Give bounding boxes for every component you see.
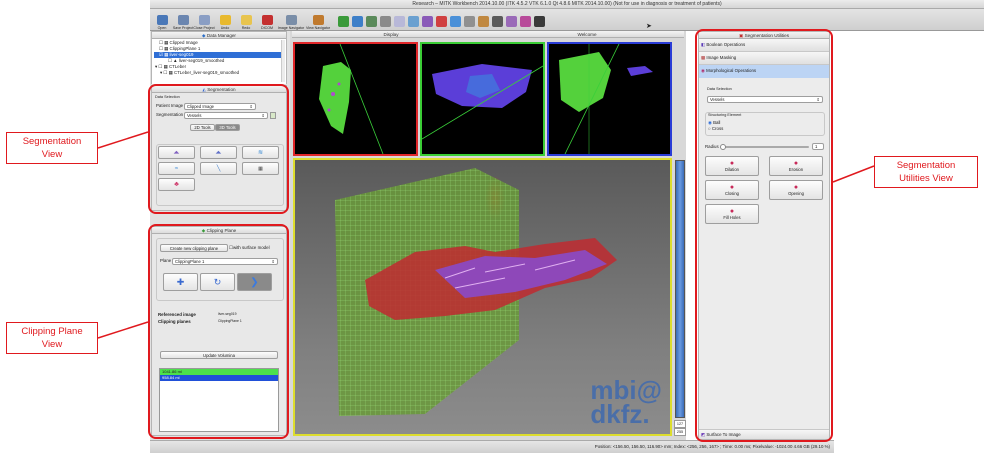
- segmentation-connector: [97, 131, 149, 149]
- utilities-connector: [832, 165, 875, 183]
- clipping-connector: [97, 321, 149, 339]
- callout-connectors: [97, 131, 875, 339]
